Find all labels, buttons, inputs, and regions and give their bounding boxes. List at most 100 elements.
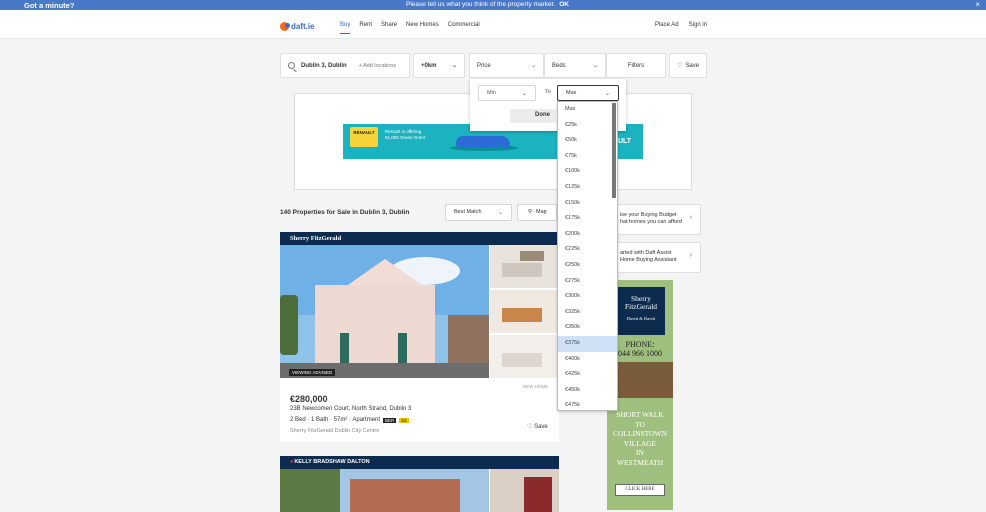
- side-ad-tagline-line: TO: [635, 419, 645, 429]
- listing-main-photo[interactable]: VIEWING ADVISED: [280, 245, 489, 378]
- ber-label: BER: [383, 417, 397, 423]
- filters-label: Filters: [627, 62, 645, 69]
- filters-button[interactable]: Filters: [606, 53, 666, 78]
- sort-value: Best Match: [454, 209, 482, 215]
- place-ad-link[interactable]: Place Ad: [655, 22, 679, 28]
- add-locations-input[interactable]: + Add locations: [359, 63, 396, 69]
- price-option[interactable]: €200k: [558, 227, 617, 243]
- thumb-sofa: [502, 263, 542, 277]
- sherry-fitzgerald-logo: Sherry FitzGerald Davitt & Davitt: [617, 287, 665, 335]
- agent-brand-bar: Sherry FitzGerald: [280, 232, 559, 245]
- side-ad-tagline-line: WESTMEATH: [616, 457, 664, 467]
- listing-agent: Sherry FitzGerald Dublin City Centre: [290, 428, 380, 434]
- listing-meta: 2 Bed · 1 Bath · 57m² · Apartment BER D1: [290, 417, 410, 423]
- nav-commercial[interactable]: Commercial: [448, 22, 480, 34]
- photo-neighbour-house: [448, 315, 489, 365]
- click-here-button[interactable]: CLICK HERE: [615, 484, 665, 496]
- price-option[interactable]: €275k: [558, 274, 617, 290]
- side-ad-tagline-line: VILLAGE: [623, 438, 657, 448]
- chevron-down-icon: ⌄: [497, 210, 503, 216]
- max-price-options[interactable]: Max €25k €50k €75k €100k €125k €150k €175k €200k…: [557, 101, 618, 411]
- chevron-down-icon: ⌄: [592, 63, 598, 69]
- map-button[interactable]: ⚲ Map: [517, 204, 557, 221]
- side-ad-photo: [613, 362, 673, 398]
- photo-door: [340, 333, 349, 363]
- listing-thumb[interactable]: [490, 245, 559, 288]
- daft-logo[interactable]: daft.ie: [280, 20, 320, 32]
- photo-house: [350, 479, 460, 512]
- listing-card[interactable]: ●KELLY BRADSHAW DALTON: [280, 456, 559, 512]
- price-option[interactable]: €250k: [558, 258, 617, 274]
- advert-copy: Renault is offering €1,000 Green Grant: [385, 129, 425, 141]
- listing-main-photo[interactable]: [280, 469, 489, 512]
- price-option[interactable]: €50k: [558, 133, 617, 149]
- price-option[interactable]: €125k: [558, 180, 617, 196]
- price-option[interactable]: €325k: [558, 305, 617, 321]
- nav-rent[interactable]: Rent: [359, 22, 372, 34]
- price-option[interactable]: €175k: [558, 211, 617, 227]
- logo-text: daft.ie: [291, 21, 315, 31]
- main-nav: Buy Rent Share New Homes Commercial: [340, 22, 480, 34]
- listing-address[interactable]: 23B Newcomen Court, North Strand, Dublin…: [290, 406, 411, 412]
- thumb-stairs: [524, 477, 552, 512]
- price-option[interactable]: €475k: [558, 398, 617, 410]
- side-ad-tagline: SHORT WALK TO COLLINSTOWN VILLAGE IN WES…: [607, 410, 673, 467]
- done-button[interactable]: Done: [510, 109, 556, 123]
- price-label: Price: [477, 62, 491, 69]
- nav-new-homes[interactable]: New Homes: [406, 22, 439, 34]
- price-option[interactable]: €225k: [558, 242, 617, 258]
- side-ad-tagline-line: IN: [636, 448, 644, 457]
- banner-title: Got a minute?: [24, 1, 75, 10]
- price-filter[interactable]: Price ⌄: [469, 53, 544, 78]
- banner-ok-button[interactable]: OK: [559, 1, 569, 8]
- price-option[interactable]: €75k: [558, 149, 617, 165]
- beds-filter[interactable]: Beds ⌄: [544, 53, 606, 78]
- car-image: [450, 130, 518, 152]
- sign-in-link[interactable]: Sign in: [689, 22, 707, 28]
- price-option[interactable]: €400k: [558, 352, 617, 368]
- results-count: 140 Properties for Sale in Dublin 3, Dub…: [280, 209, 410, 216]
- price-option[interactable]: €450k: [558, 383, 617, 399]
- search-icon: [288, 62, 295, 69]
- price-option[interactable]: €150k: [558, 196, 617, 212]
- price-option[interactable]: €300k: [558, 289, 617, 305]
- chevron-right-icon: ›: [689, 214, 692, 221]
- close-icon[interactable]: ×: [975, 0, 980, 9]
- location-search[interactable]: Dublin 3, Dublin + Add locations: [280, 53, 410, 78]
- min-price-select[interactable]: Min ⌄: [478, 85, 536, 101]
- side-ad-tagline-line: SHORT WALK: [616, 410, 664, 419]
- scrollbar-thumb[interactable]: [612, 103, 616, 198]
- location-chip[interactable]: Dublin 3, Dublin: [301, 63, 347, 69]
- price-option[interactable]: €350k: [558, 320, 617, 336]
- logo-icon: [280, 21, 290, 31]
- photo-tree: [280, 295, 298, 355]
- listing-thumb[interactable]: [490, 469, 559, 512]
- nav-buy[interactable]: Buy: [340, 22, 351, 34]
- advert-brand-text: ULT: [618, 138, 632, 145]
- chevron-down-icon: ⌄: [451, 63, 457, 69]
- price-option[interactable]: €375k: [558, 335, 617, 352]
- price-option[interactable]: €25k: [558, 118, 617, 134]
- price-option[interactable]: Max: [558, 102, 617, 118]
- listing-thumb[interactable]: [490, 290, 559, 333]
- sort-select[interactable]: Best Match ⌄: [445, 204, 512, 221]
- save-listing-button[interactable]: ♡ Save: [527, 423, 548, 430]
- listing-card[interactable]: Sherry FitzGerald VIEWING ADVISED NEW HO…: [280, 232, 559, 442]
- radius-select[interactable]: +0km ⌄: [413, 53, 465, 78]
- price-option[interactable]: €425k: [558, 367, 617, 383]
- save-search-button[interactable]: ♡ Save: [669, 53, 707, 78]
- chevron-right-icon: ›: [689, 252, 692, 259]
- buying-budget-card[interactable]: ise your Buying Budget hat homes you can…: [605, 204, 701, 235]
- side-ad-brand-line2: FitzGerald: [624, 302, 658, 311]
- max-price-select[interactable]: Max ⌄: [557, 85, 619, 101]
- listing-thumb[interactable]: [490, 335, 559, 378]
- options-container: Max €25k €50k €75k €100k €125k €150k €175k €200k…: [558, 102, 617, 410]
- chevron-down-icon: ⌄: [604, 91, 610, 97]
- save-listing-label: Save: [534, 424, 548, 430]
- banner-message[interactable]: Please tell us what you think of the pro…: [406, 1, 569, 8]
- price-option[interactable]: €100k: [558, 164, 617, 180]
- nav-share[interactable]: Share: [381, 22, 397, 34]
- side-ad-tagline-line: COLLINSTOWN: [612, 429, 668, 438]
- daft-assist-card[interactable]: arted with Daft Assist Home Buying Assis…: [605, 242, 701, 273]
- banner-message-text: Please tell us what you think of the pro…: [406, 1, 556, 8]
